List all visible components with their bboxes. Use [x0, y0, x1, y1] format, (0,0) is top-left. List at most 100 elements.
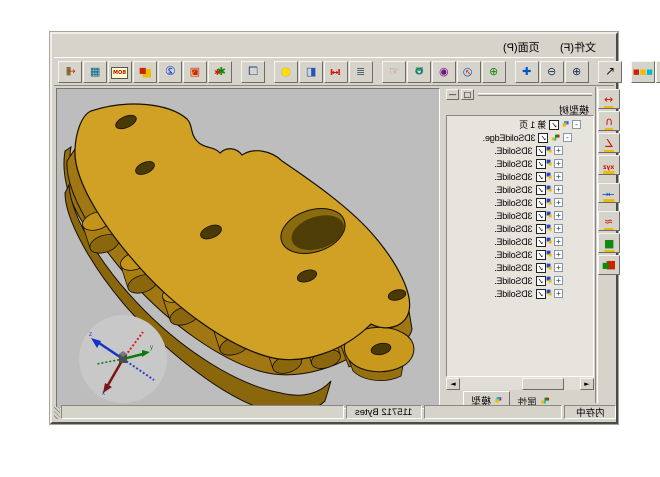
scroll-left-icon[interactable]: ◄	[446, 378, 460, 390]
tree-item-part[interactable]: +■■✓3DSolidE.	[447, 196, 593, 209]
update-cycle-button[interactable]: ②	[158, 61, 182, 83]
radius-dim-button[interactable]: ∩	[598, 111, 620, 131]
curve-length-button[interactable]: ≈	[598, 211, 620, 231]
status-bar: 115712 Bytes 内存中	[54, 404, 614, 420]
blocks-button[interactable]: ■■	[133, 61, 157, 83]
expand-icon[interactable]: +	[554, 289, 563, 298]
zoom-in-button[interactable]: ⊕	[565, 61, 589, 83]
expand-icon[interactable]: +	[554, 146, 563, 155]
tree-item-part[interactable]: +■■✓3DSolidE.	[447, 144, 593, 157]
expand-icon[interactable]: +	[554, 172, 563, 181]
tree-item-part[interactable]: +■■✓3DSolidE.	[447, 170, 593, 183]
main-toolbar: ▮←▦BOM■■②▣↘✱✱❒●◧I↔I≣☜↻↺◉○↗⊕✚⊖⊕↖■■■✎▤▬◫i	[54, 57, 614, 86]
visibility-checkbox[interactable]: ✓	[536, 172, 546, 182]
scroll-thumb[interactable]	[522, 378, 564, 390]
linear-dim-button[interactable]: ↔	[598, 89, 620, 109]
visibility-checkbox[interactable]: ✓	[536, 211, 546, 221]
drawing-tree-button[interactable]: ▦	[83, 61, 107, 83]
zoom-out-button[interactable]: ⊖	[540, 61, 564, 83]
minimize-panel-button[interactable]: —	[446, 89, 459, 100]
visibility-checkbox[interactable]: ✓	[536, 250, 546, 260]
tools-gears-button[interactable]: ✱✱	[208, 61, 232, 83]
resize-grip[interactable]	[54, 407, 60, 419]
light-bulb-button[interactable]: ●	[274, 61, 298, 83]
tree-item-part[interactable]: +■■✓3DSolidE.	[447, 274, 593, 287]
coord-dim-button[interactable]: xyz	[598, 155, 620, 175]
expand-icon[interactable]: +	[554, 250, 563, 259]
orbit-view-button[interactable]: ◉	[432, 61, 456, 83]
tree-item-assembly[interactable]: -■■■■✓3DSolidEdge.	[447, 131, 593, 144]
layers-button[interactable]: ≣	[349, 61, 373, 83]
tree-item-part[interactable]: +■■✓3DSolidE.	[447, 157, 593, 170]
visibility-checkbox[interactable]: ✓	[536, 185, 546, 195]
tree-item-part[interactable]: +■■✓3DSolidE.	[447, 222, 593, 235]
visibility-checkbox[interactable]: ✓	[536, 159, 546, 169]
scroll-track[interactable]	[460, 378, 580, 390]
select-arrow-button[interactable]: ↖	[598, 61, 622, 83]
app-window: 页面(P) 文件(F) ▮←▦BOM■■②▣↘✱✱❒●◧I↔I≣☜↻↺◉○↗⊕✚…	[50, 32, 618, 424]
linear-dim-icon: ↔	[604, 92, 613, 107]
collapse-icon[interactable]: -	[563, 133, 572, 142]
pan-hand-button[interactable]: ☜	[382, 61, 406, 83]
menu-item-file[interactable]: 文件(F)	[558, 38, 598, 56]
tree-item-part[interactable]: +■■✓3DSolidE.	[447, 287, 593, 300]
distance-dim-button[interactable]: →←	[598, 183, 620, 203]
zoom-area-button[interactable]: ⊕	[482, 61, 506, 83]
3d-viewport[interactable]: z x y	[56, 88, 440, 409]
pan-cross-button[interactable]: ✚	[515, 61, 539, 83]
expand-icon[interactable]: +	[554, 198, 563, 207]
tree-horizontal-scrollbar[interactable]: ◄ ►	[446, 377, 594, 390]
measure-toolbar: ↔∩∠xyz→←≈■■■	[600, 87, 618, 403]
expand-icon[interactable]: +	[554, 237, 563, 246]
visibility-checkbox[interactable]: ✓	[536, 237, 546, 247]
zoom-pointer-button[interactable]: ○↗	[457, 61, 481, 83]
expand-icon[interactable]: +	[554, 211, 563, 220]
dimension-style-button[interactable]: I↔I	[324, 61, 348, 83]
display-mode-button[interactable]: ◧	[299, 61, 323, 83]
visibility-checkbox[interactable]: ✓	[536, 289, 546, 299]
visibility-checkbox[interactable]: ✓	[549, 120, 559, 130]
tree-item-part[interactable]: +■■✓ 3DSolidE.	[447, 209, 593, 222]
toolbar-separator	[507, 61, 514, 83]
expand-icon[interactable]: +	[554, 185, 563, 194]
part-icon: ■■	[549, 209, 551, 222]
visibility-checkbox[interactable]: ✓	[536, 263, 546, 273]
tree-item-page[interactable]: -■■■✓第 1 页	[447, 118, 593, 131]
pen-button[interactable]: ✎	[656, 61, 660, 83]
menu-item-page[interactable]: 页面(P)	[501, 38, 542, 56]
tree-item-label: 3DSolidE.	[494, 250, 532, 260]
toolbar-separator	[374, 61, 381, 83]
axis-indicator[interactable]: z x y	[79, 315, 167, 403]
scroll-right-icon[interactable]: ►	[580, 378, 594, 390]
panel-grip[interactable]	[478, 93, 592, 96]
status-message-cell	[61, 405, 344, 419]
area-measure-button[interactable]: ■	[598, 233, 620, 253]
view-manager-button[interactable]: ❒	[241, 61, 265, 83]
visibility-checkbox[interactable]: ✓	[536, 198, 546, 208]
layers-icon: ≣	[356, 64, 365, 79]
collapse-icon[interactable]: -	[572, 120, 581, 129]
tree-item-part[interactable]: +■■✓3DSolidE.	[447, 183, 593, 196]
status-bytes-cell: 115712 Bytes	[346, 405, 422, 419]
tree-item-part[interactable]: +■■✓3DSolidE.	[447, 235, 593, 248]
angle-dim-button[interactable]: ∠	[598, 133, 620, 153]
tree-item-label: 3DSolidE.	[494, 211, 532, 221]
expand-icon[interactable]: +	[554, 224, 563, 233]
tree-item-part[interactable]: +■■✓3DSolidE.	[447, 261, 593, 274]
expand-icon[interactable]: +	[554, 159, 563, 168]
expand-icon[interactable]: +	[554, 276, 563, 285]
rotate-view-button[interactable]: ↻↺	[407, 61, 431, 83]
palette-button[interactable]: ■■■	[631, 61, 655, 83]
expand-icon[interactable]: +	[554, 263, 563, 272]
visibility-checkbox[interactable]: ✓	[536, 276, 546, 286]
restore-panel-button[interactable]: □	[461, 89, 474, 100]
area-measure-icon: ■	[604, 236, 614, 251]
tree-item-part[interactable]: +■■✓3DSolidE.	[447, 248, 593, 261]
visibility-checkbox[interactable]: ✓	[536, 146, 546, 156]
volume-measure-button[interactable]: ■■	[598, 255, 620, 275]
move-face-button[interactable]: ▣↘	[183, 61, 207, 83]
exit-door-button[interactable]: ▮←	[58, 61, 82, 83]
visibility-checkbox[interactable]: ✓	[539, 133, 549, 143]
visibility-checkbox[interactable]: ✓	[536, 224, 546, 234]
bom-table-button[interactable]: BOM	[108, 61, 132, 83]
